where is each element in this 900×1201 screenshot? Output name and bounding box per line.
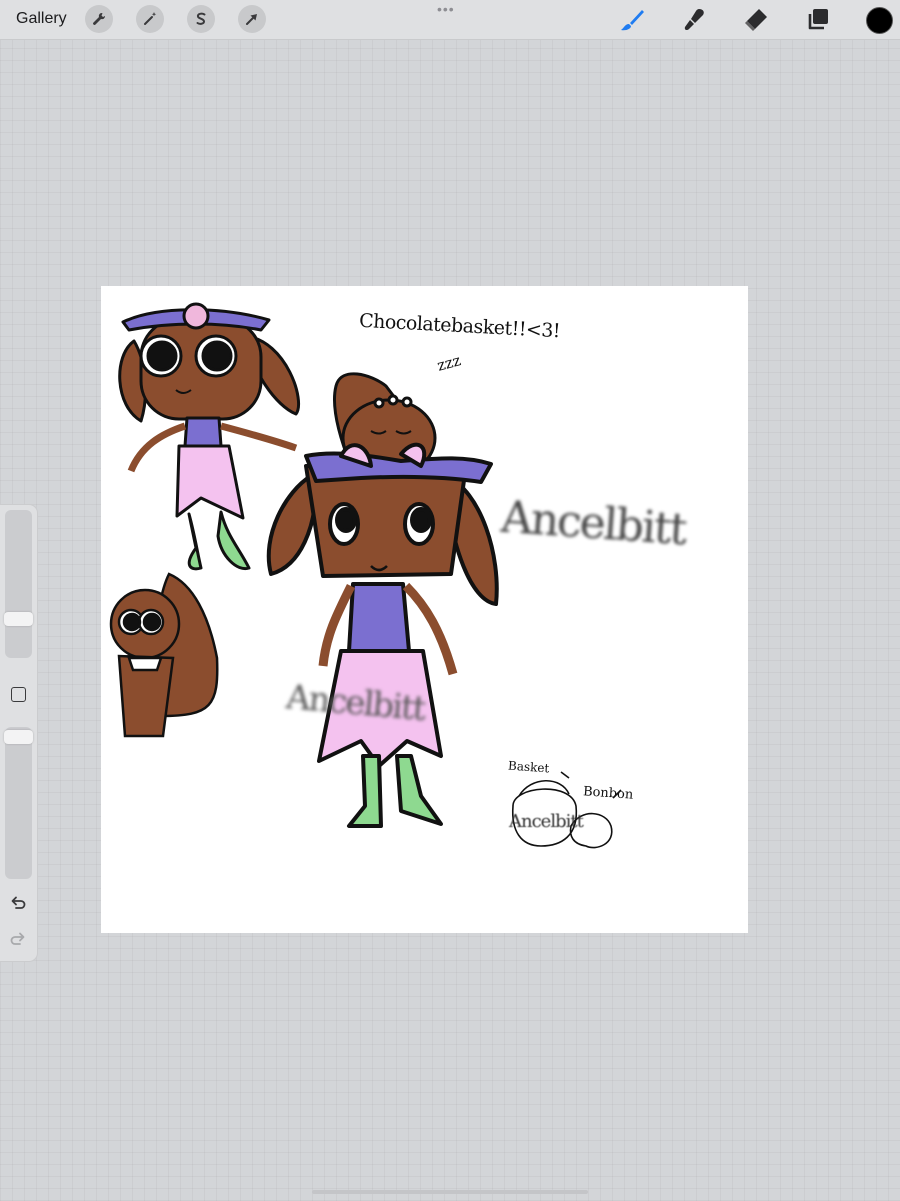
brush-size-knob[interactable]: [4, 612, 33, 626]
arrow-cursor-icon: [246, 14, 257, 25]
layers-button[interactable]: [804, 6, 832, 34]
smudge-tool-button[interactable]: [680, 6, 708, 34]
left-sidebar: [0, 505, 37, 961]
brush-icon: [621, 10, 644, 31]
adjustments-button[interactable]: [136, 5, 164, 33]
magic-wand-icon: [144, 12, 157, 25]
brush-size-slider[interactable]: [4, 510, 33, 658]
modify-button[interactable]: [11, 687, 26, 702]
brush-tool-button[interactable]: [618, 6, 646, 34]
eraser-icon: [745, 9, 767, 31]
opacity-knob[interactable]: [4, 730, 33, 744]
gallery-button[interactable]: Gallery: [16, 10, 67, 28]
home-indicator[interactable]: [312, 1190, 588, 1194]
top-toolbar: Gallery •••: [0, 0, 900, 40]
selection-button[interactable]: [187, 5, 215, 33]
smudge-icon: [684, 9, 704, 31]
basket-label: Basket: [507, 758, 550, 776]
basket-doodle: [512, 771, 622, 849]
redo-icon[interactable]: [9, 929, 27, 947]
color-picker-button[interactable]: [866, 7, 893, 34]
bunny-character-artwork: [109, 302, 622, 849]
more-options-icon[interactable]: •••: [437, 2, 455, 16]
bunny-sketch-small: [109, 572, 219, 738]
undo-icon[interactable]: [9, 893, 27, 911]
selection-s-icon: [196, 12, 206, 25]
watermark-small: Ancelbitt: [509, 811, 584, 832]
opacity-slider[interactable]: [4, 727, 33, 879]
wrench-icon: [93, 12, 106, 25]
actions-button[interactable]: [85, 5, 113, 33]
transform-button[interactable]: [238, 5, 266, 33]
drawing-canvas[interactable]: Chocolatebasket!!<3! zzz Ancelbitt Ancel…: [101, 286, 748, 933]
layers-icon: [808, 9, 828, 30]
bunny-sketch-main: [266, 442, 499, 828]
eraser-tool-button[interactable]: [742, 6, 770, 34]
